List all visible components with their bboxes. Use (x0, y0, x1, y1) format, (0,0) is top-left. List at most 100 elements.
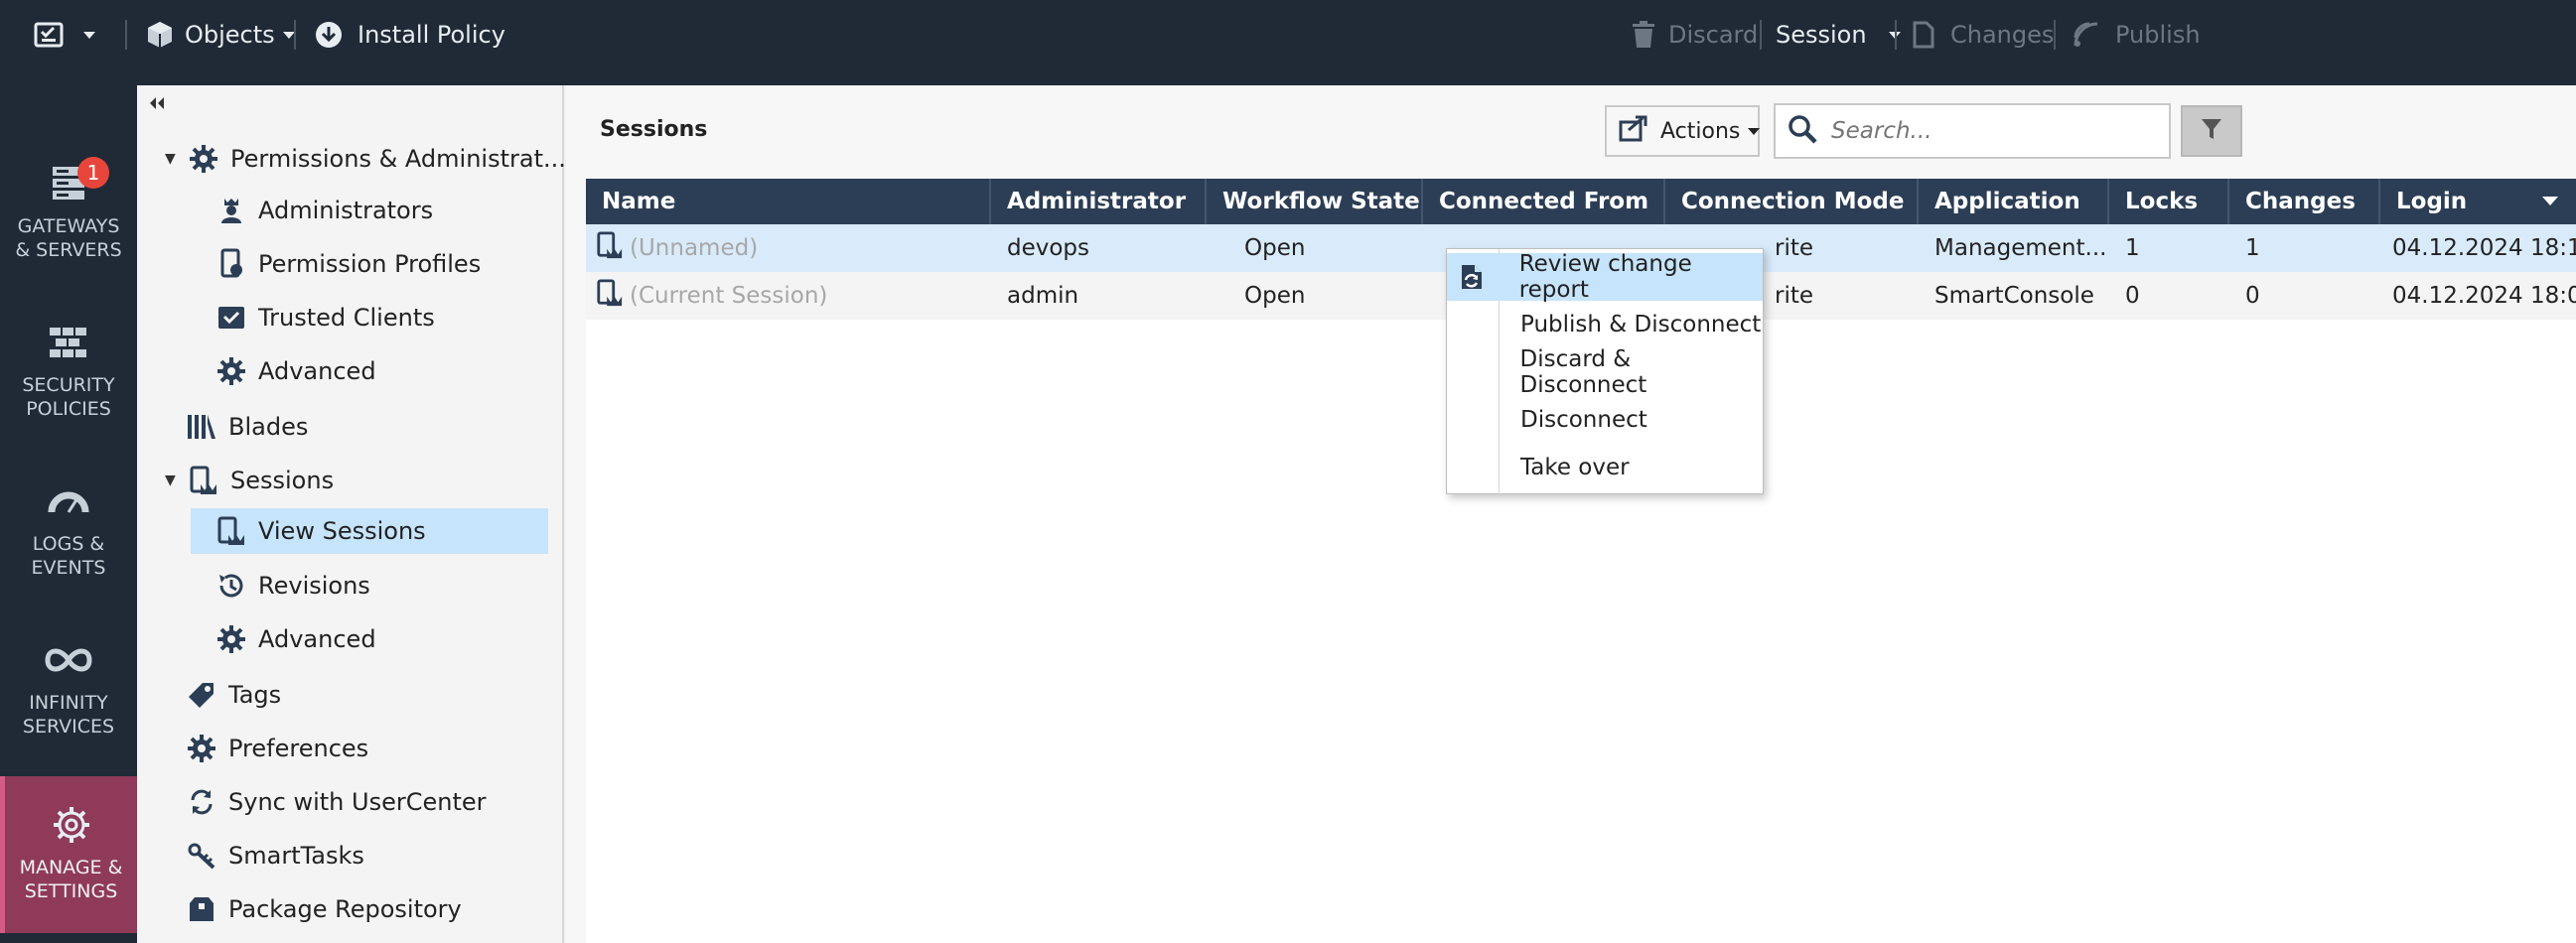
top-toolbar: Objects Install Policy Discard Session C… (0, 0, 2576, 85)
column-header-connection-mode[interactable]: Connection Mode (1665, 179, 1919, 224)
session-name: (Unnamed) (630, 235, 759, 261)
actions-label: Actions (1660, 118, 1741, 144)
tree-node-advanced-sessions[interactable]: Advanced (213, 616, 376, 662)
toolbar-divider (294, 20, 296, 50)
cell-login: 04.12.2024 18:18 (2392, 235, 2576, 261)
tree-node-permission-profiles[interactable]: Permission Profiles (213, 241, 481, 287)
menu-item-take-over[interactable]: Take over (1447, 444, 1763, 491)
tree-label: Trusted Clients (258, 304, 435, 332)
tasks-icon (183, 837, 220, 875)
tree-node-trusted-clients[interactable]: Trusted Clients (213, 295, 435, 340)
nav-manage-line2: SETTINGS (24, 880, 118, 902)
nav-manage-settings[interactable]: MANAGE & SETTINGS (0, 776, 137, 933)
tree-node-administrators[interactable]: Administrators (213, 188, 433, 233)
tree-label: Advanced (258, 357, 376, 385)
expand-arrow-icon[interactable]: ▼ (165, 151, 185, 167)
column-header-connected-from[interactable]: Connected From (1423, 179, 1665, 224)
install-policy-button[interactable]: Install Policy (314, 0, 505, 69)
toolbar-divider (1895, 20, 1897, 50)
tree-label: Preferences (228, 735, 369, 762)
tree-node-sync-usercenter[interactable]: Sync with UserCenter (183, 779, 487, 825)
tree-node-package-repository[interactable]: Package Repository (183, 886, 462, 932)
column-header-application[interactable]: Application (1919, 179, 2109, 224)
nav-infinity-services[interactable]: INFINITY SERVICES (0, 635, 137, 794)
column-header-changes[interactable]: Changes (2229, 179, 2380, 224)
session-label: Session (1776, 21, 1867, 49)
filter-button[interactable] (2181, 105, 2242, 157)
tree-label: SmartTasks (228, 842, 364, 870)
report-document-icon (1447, 263, 1498, 291)
session-context-menu: Review change report Publish & Disconnec… (1446, 248, 1764, 495)
tree-node-permissions[interactable]: ▼ Permissions & Administrat... (165, 136, 566, 182)
app-menu-icon (34, 20, 68, 50)
tree-node-blades[interactable]: Blades (183, 404, 308, 450)
session-icon (596, 230, 624, 266)
tree-node-revisions[interactable]: Revisions (213, 563, 370, 608)
nav-security-line2: POLICIES (26, 398, 111, 420)
notification-badge: 1 (77, 157, 109, 189)
administrator-icon (213, 192, 250, 229)
cell-locks: 1 (2125, 235, 2140, 261)
gear-icon (183, 730, 220, 767)
collapse-panel-icon[interactable] (149, 91, 165, 116)
gear-icon (5, 800, 137, 850)
search-box[interactable] (1774, 103, 2171, 159)
session-icon (596, 278, 624, 314)
nav-logs-events[interactable]: LOGS & EVENTS (0, 476, 137, 635)
tree-label: Package Repository (228, 895, 462, 923)
tree-node-tags[interactable]: Tags (183, 672, 281, 718)
menu-item-label: Disconnect (1520, 407, 1647, 433)
discard-button[interactable]: Discard (1631, 0, 1758, 69)
nav-infinity-line1: INFINITY (29, 692, 108, 714)
publish-label: Publish (2115, 21, 2201, 49)
actions-menu-button[interactable]: Actions (1605, 105, 1761, 157)
history-icon (213, 567, 250, 605)
tree-node-view-sessions[interactable]: View Sessions (191, 508, 548, 554)
tree-node-preferences[interactable]: Preferences (183, 726, 368, 771)
session-icon (213, 512, 250, 550)
chevron-down-icon (83, 31, 95, 39)
nav-gateways-servers[interactable]: GATEWAYS & SERVERS (0, 159, 137, 318)
nav-security-policies[interactable]: SECURITY POLICIES (0, 318, 137, 476)
menu-item-review-change-report[interactable]: Review change report (1447, 251, 1763, 303)
tree-node-advanced-permissions[interactable]: Advanced (213, 348, 376, 394)
trusted-client-icon (213, 299, 250, 337)
menu-item-publish-disconnect[interactable]: Publish & Disconnect (1447, 301, 1763, 348)
menu-item-label: Discard & Disconnect (1519, 346, 1647, 398)
table-header: Name Administrator Workflow State Connec… (586, 179, 2576, 224)
document-icon (1913, 21, 1934, 49)
changes-button[interactable]: Changes (1913, 0, 2054, 69)
cell-workflow-state: Open (1244, 235, 1306, 261)
tree-label: Blades (228, 413, 309, 441)
menu-item-disconnect[interactable]: Disconnect (1447, 396, 1763, 444)
cell-application: Management... (1934, 235, 2107, 261)
tree-label: Administrators (258, 197, 434, 224)
tree-node-smarttasks[interactable]: SmartTasks (183, 833, 364, 878)
objects-menu-button[interactable]: Objects (145, 0, 295, 69)
cell-application: SmartConsole (1934, 283, 2094, 309)
column-header-workflow-state[interactable]: Workflow State (1207, 179, 1423, 224)
chevron-down-icon (1748, 127, 1761, 135)
nav-gateways-line1: GATEWAYS (17, 215, 120, 237)
tree-label: Tags (228, 681, 282, 709)
publish-button[interactable]: Publish (2072, 0, 2201, 69)
publish-icon (2072, 20, 2105, 50)
column-header-locks[interactable]: Locks (2109, 179, 2229, 224)
expand-arrow-icon[interactable]: ▼ (165, 472, 185, 488)
tree-node-sessions[interactable]: ▼ Sessions (165, 458, 334, 503)
tree-label: Permissions & Administrat... (230, 145, 566, 173)
column-header-name[interactable]: Name (586, 179, 991, 224)
session-menu-button[interactable]: Session (1776, 0, 1901, 69)
tree-label: Revisions (258, 572, 370, 600)
cell-locks: 0 (2125, 283, 2140, 309)
session-name: (Current Session) (630, 283, 828, 309)
column-header-administrator[interactable]: Administrator (991, 179, 1207, 224)
changes-label: Changes (1950, 21, 2055, 49)
search-input[interactable] (1831, 118, 2149, 144)
search-icon (1788, 114, 1817, 148)
tree-label: Advanced (258, 625, 376, 653)
sort-descending-icon[interactable] (2542, 197, 2558, 205)
menu-item-discard-disconnect[interactable]: Discard & Disconnect (1447, 346, 1763, 398)
app-menu-button[interactable] (34, 0, 95, 69)
session-icon (185, 462, 222, 499)
